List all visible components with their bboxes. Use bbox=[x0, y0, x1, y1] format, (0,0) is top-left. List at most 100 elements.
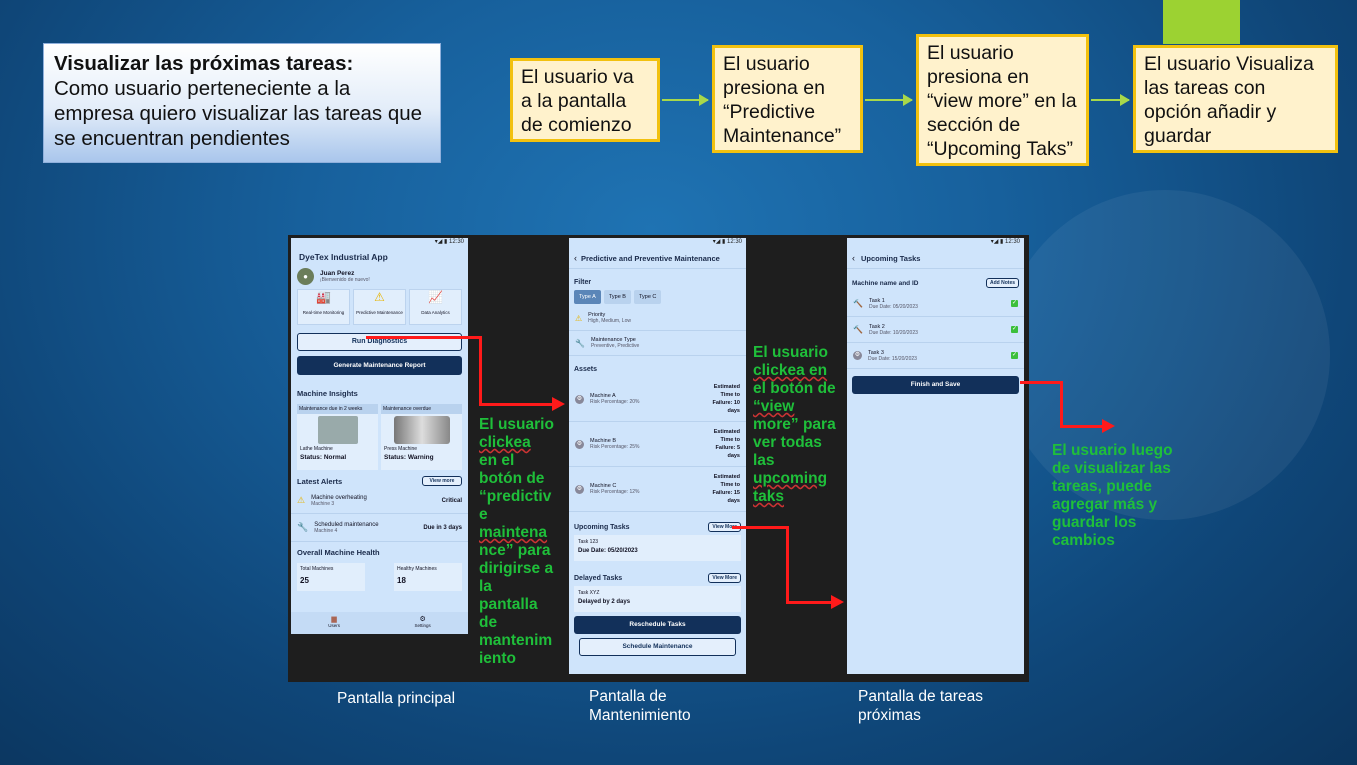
maintenance-type-row[interactable]: 🔧 Maintenance Type Preventive, Predictive bbox=[569, 331, 746, 356]
step-3-text: El usuario presiona en “view more” en la… bbox=[927, 42, 1077, 160]
warning-icon: ⚠ bbox=[575, 313, 583, 323]
red-connector bbox=[1060, 381, 1063, 428]
task-row[interactable]: ⚙ Task 3 Due Date: 15/20/2023 ✓ bbox=[847, 343, 1024, 369]
tile-predictive-maintenance[interactable]: ⚠ Predictive Maintenance bbox=[353, 289, 406, 325]
healthy-machines-card: Healthy Machines 18 bbox=[394, 563, 462, 591]
add-notes-button[interactable]: Add Notes bbox=[986, 278, 1019, 288]
red-connector bbox=[479, 403, 553, 406]
status-bar: ▾◢ ▮ 12:30 bbox=[712, 239, 742, 245]
user-name: Juan Perez bbox=[320, 270, 355, 277]
flow-arrow-3 bbox=[1091, 94, 1130, 106]
story-title: Visualizar las próximas tareas: bbox=[54, 52, 354, 75]
alert-row[interactable]: 🔧 Scheduled maintenance Machine 4 Due in … bbox=[291, 514, 468, 542]
red-connector bbox=[732, 526, 788, 529]
gear-icon: ⚙ bbox=[575, 484, 584, 494]
step-4-text: El usuario Visualiza las tareas con opci… bbox=[1144, 53, 1314, 147]
view-more-alerts-button[interactable]: View more bbox=[422, 476, 462, 486]
step-4-box: El usuario Visualiza las tareas con opci… bbox=[1133, 45, 1338, 153]
back-arrow-icon[interactable]: ‹ bbox=[574, 253, 577, 263]
avatar[interactable]: ● bbox=[297, 268, 314, 285]
task-row[interactable]: 🔨 Task 1 Due Date: 05/20/2023 ✓ bbox=[847, 291, 1024, 317]
delayed-title: Delayed Tasks bbox=[574, 574, 623, 582]
red-connector bbox=[786, 526, 789, 604]
red-arrowhead bbox=[1102, 419, 1115, 433]
accent-block bbox=[1163, 0, 1240, 44]
story-body: Como usuario perteneciente a la empresa … bbox=[54, 77, 423, 150]
insight-card-lathe[interactable]: Maintenance due in 2 weeks Lathe Machine… bbox=[297, 404, 378, 470]
step-1-box: El usuario va a la pantalla de comienzo bbox=[510, 58, 660, 142]
filter-type-b[interactable]: Type B bbox=[603, 290, 631, 304]
annotation-view-more-click: El usuario clickea en el botón de “view more… bbox=[753, 344, 836, 505]
checkbox-checked-icon[interactable]: ✓ bbox=[1011, 352, 1018, 359]
user-greeting: ¡Bienvenido de nuevo! bbox=[320, 277, 370, 283]
insight-card-press[interactable]: Maintenance overdue Press Machine Status… bbox=[381, 404, 462, 470]
nav-users[interactable]: ▆ Users bbox=[328, 615, 340, 634]
priority-row[interactable]: ⚠ Priority High, Medium, Low bbox=[569, 306, 746, 331]
view-more-delayed-button[interactable]: View More bbox=[708, 573, 741, 583]
user-story-box: Visualizar las próximas tareas: Como usu… bbox=[43, 43, 441, 163]
checkbox-checked-icon[interactable]: ✓ bbox=[1011, 326, 1018, 333]
step-1-text: El usuario va a la pantalla de comienzo bbox=[521, 66, 634, 136]
label-main-screen: Pantalla principal bbox=[337, 690, 456, 707]
total-machines-card: Total Machines 25 bbox=[297, 563, 365, 591]
warning-icon: ⚠ bbox=[297, 495, 306, 505]
red-connector bbox=[786, 601, 832, 604]
red-arrowhead bbox=[552, 397, 565, 411]
app-title: DyeTex Industrial App bbox=[299, 252, 388, 262]
tile-data-analytics[interactable]: 📈 Data Analytics bbox=[409, 289, 462, 325]
alert-row[interactable]: ⚠ Machine overheating Machine 3 Critical bbox=[291, 488, 468, 514]
wrench-icon: 🔧 bbox=[575, 338, 585, 348]
hammer-icon: 🔨 bbox=[853, 299, 863, 308]
press-machine-image bbox=[393, 416, 450, 444]
warning-icon: ⚠ bbox=[374, 290, 385, 304]
delayed-task-card[interactable]: Task XYZ Delayed by 2 days bbox=[574, 586, 741, 612]
step-2-box: El usuario presiona en “Predictive Maint… bbox=[712, 45, 863, 153]
machine-title: Machine name and ID bbox=[852, 279, 919, 287]
screen-title: Upcoming Tasks bbox=[861, 253, 921, 263]
red-connector bbox=[1060, 425, 1103, 428]
reschedule-tasks-button[interactable]: Reschedule Tasks bbox=[574, 616, 741, 634]
annotation-home-click: El usuario clickea en el botón de “predictiv… bbox=[479, 416, 554, 667]
asset-row[interactable]: ⚙ Machine B Risk Percentage: 25% Estimate… bbox=[569, 422, 746, 467]
gear-icon: ⚙ bbox=[853, 351, 862, 360]
back-arrow-icon[interactable]: ‹ bbox=[852, 253, 855, 263]
chart-icon: 📈 bbox=[428, 290, 443, 304]
alerts-title: Latest Alerts bbox=[297, 476, 343, 486]
step-3-box: El usuario presiona en “view more” en la… bbox=[916, 34, 1089, 166]
filter-type-c[interactable]: Type C bbox=[633, 290, 662, 304]
filter-type-a[interactable]: Type A bbox=[574, 290, 601, 304]
generate-report-button[interactable]: Generate Maintenance Report bbox=[297, 356, 462, 375]
wrench-icon: 🔧 bbox=[297, 522, 309, 532]
finish-and-save-button[interactable]: Finish and Save bbox=[852, 376, 1019, 394]
annotation-save: El usuario luego de visualizar las tareas,… bbox=[1052, 442, 1173, 549]
phone-maintenance-screen: ▾◢ ▮ 12:30 ‹ Predictive and Preventive M… bbox=[569, 238, 746, 674]
phone-upcoming-tasks-screen: ▾◢ ▮ 12:30 ‹ Upcoming Tasks Machine name… bbox=[847, 238, 1024, 674]
red-connector bbox=[1020, 381, 1063, 384]
asset-row[interactable]: ⚙ Machine A Risk Percentage: 20% Estimate… bbox=[569, 377, 746, 422]
red-connector bbox=[479, 336, 482, 406]
gear-icon: ⚙ bbox=[419, 616, 426, 623]
task-row[interactable]: 🔨 Task 2 Due Date: 10/20/2023 ✓ bbox=[847, 317, 1024, 343]
health-title: Overall Machine Health bbox=[297, 548, 380, 557]
flow-arrow-1 bbox=[662, 94, 709, 106]
asset-row[interactable]: ⚙ Machine C Risk Percentage: 12% Estimate… bbox=[569, 467, 746, 512]
red-arrowhead bbox=[831, 595, 844, 609]
lathe-machine-image bbox=[317, 416, 358, 444]
label-upcoming-screen: Pantalla de tareas próximas bbox=[858, 688, 983, 724]
hammer-icon: 🔨 bbox=[853, 325, 863, 334]
checkbox-checked-icon[interactable]: ✓ bbox=[1011, 300, 1018, 307]
assets-title: Assets bbox=[574, 366, 597, 373]
insights-title: Machine Insights bbox=[297, 389, 358, 398]
step-2-text: El usuario presiona en “Predictive Maint… bbox=[723, 53, 842, 147]
schedule-maintenance-button[interactable]: Schedule Maintenance bbox=[579, 638, 736, 656]
tile-realtime-monitoring[interactable]: 🏭 Real-time Monitoring bbox=[297, 289, 350, 325]
gear-icon: ⚙ bbox=[575, 439, 584, 449]
red-connector bbox=[366, 336, 481, 339]
filter-title: Filter bbox=[574, 279, 592, 286]
flow-arrow-2 bbox=[865, 94, 913, 106]
phone-home-screen: ▾◢ ▮ 12:30 DyeTex Industrial App ● Juan … bbox=[291, 238, 468, 634]
nav-settings[interactable]: ⚙ Settings bbox=[414, 615, 430, 634]
screen-title: Predictive and Preventive Maintenance bbox=[581, 253, 720, 263]
factory-icon: 🏭 bbox=[316, 290, 331, 304]
upcoming-task-card[interactable]: Task 123 Due Date: 05/20/2023 bbox=[574, 535, 741, 561]
